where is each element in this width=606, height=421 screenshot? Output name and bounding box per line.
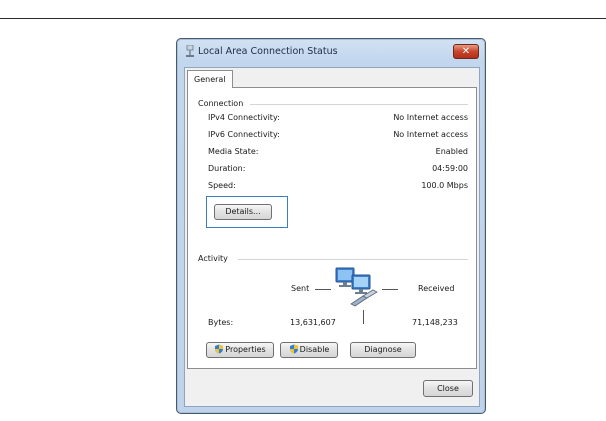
ipv6-connectivity-value: No Internet access [393,130,468,139]
bytes-label: Bytes: [208,318,234,327]
received-label: Received [418,284,455,293]
top-rule [0,18,606,19]
details-button[interactable]: Details... [214,204,272,220]
network-adapter-icon [186,45,194,57]
speed-value: 100.0 Mbps [421,181,468,190]
general-tab-panel: Connection IPv4 Connectivity: No Interne… [187,87,477,369]
dialog-client-area: General Connection IPv4 Connectivity: No… [184,67,480,407]
sent-label: Sent [291,284,310,293]
diagnose-button[interactable]: Diagnose [350,342,416,358]
disable-button[interactable]: Disable [280,342,338,358]
sent-dash [315,289,331,290]
network-computers-icon [335,267,378,307]
title-bar[interactable]: Local Area Connection Status ✕ [177,39,485,65]
bytes-sent-value: 13,631,607 [290,318,336,327]
received-dash [382,289,398,290]
connection-group-divider [250,104,468,105]
close-button[interactable]: Close [423,380,473,397]
status-dialog: Local Area Connection Status ✕ General C… [176,38,486,414]
ipv6-connectivity-label: IPv6 Connectivity: [208,130,280,139]
window-title: Local Area Connection Status [198,46,338,57]
ipv4-connectivity-label: IPv4 Connectivity: [208,113,280,122]
properties-button[interactable]: Properties [206,342,274,358]
close-window-button[interactable]: ✕ [453,44,479,59]
activity-group-label: Activity [198,254,228,263]
media-state-label: Media State: [208,147,259,156]
duration-label: Duration: [208,164,246,173]
media-state-value: Enabled [435,147,468,156]
properties-label: Properties [225,345,266,354]
activity-group-divider [238,259,468,260]
shield-icon [289,344,298,353]
speed-label: Speed: [208,181,236,190]
tab-general[interactable]: General [187,70,233,88]
bytes-received-value: 71,148,233 [412,318,458,327]
duration-value: 04:59:00 [432,164,468,173]
activity-separator [363,310,364,324]
close-icon: ✕ [461,46,471,57]
connection-group-label: Connection [198,99,244,108]
shield-icon [215,344,224,353]
disable-label: Disable [299,345,330,354]
ipv4-connectivity-value: No Internet access [393,113,468,122]
